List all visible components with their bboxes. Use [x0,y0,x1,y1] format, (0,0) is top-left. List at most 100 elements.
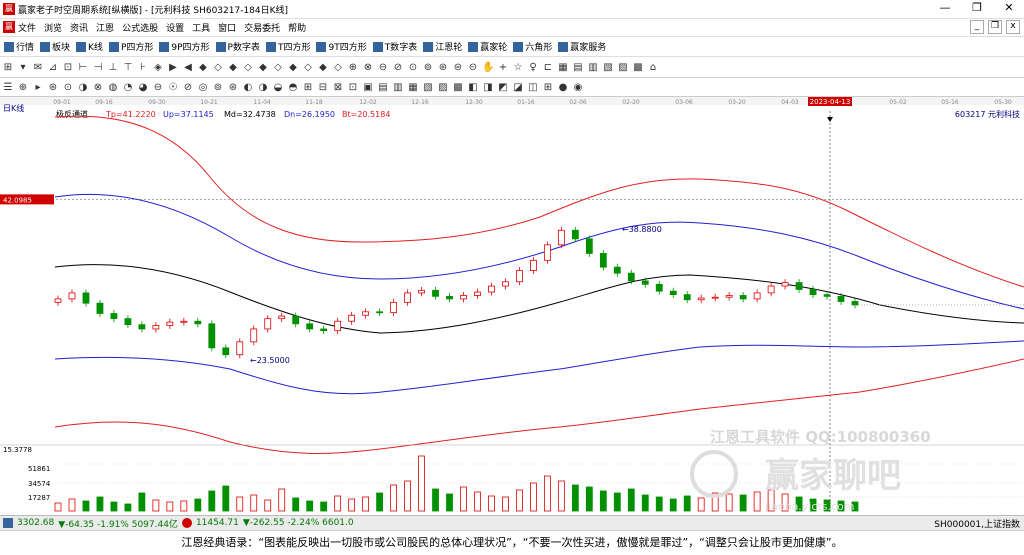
tool-icon-14[interactable]: ◇ [212,61,224,75]
tool-icon-30[interactable]: ⊜ [452,61,464,75]
tool-icon-29[interactable]: ⊛ [437,61,449,75]
toolbar-button-11[interactable]: 六角形 [513,40,552,53]
period-tool-icon-12[interactable]: ⊘ [182,81,194,95]
period-tool-icon-36[interactable]: ⊞ [542,81,554,95]
tool-icon-3[interactable]: ⊿ [47,61,59,75]
period-tool-icon-16[interactable]: ◐ [242,81,254,95]
tool-icon-7[interactable]: ⊥ [107,61,119,75]
period-tool-icon-24[interactable]: ▣ [362,81,374,95]
tool-icon-0[interactable]: ⊞ [2,61,14,75]
tool-icon-35[interactable]: ♀ [527,61,539,75]
period-tool-icon-14[interactable]: ⊚ [212,81,224,95]
tool-icon-6[interactable]: ⊣ [92,61,104,75]
tool-icon-5[interactable]: ⊢ [77,61,89,75]
tool-icon-33[interactable]: + [497,61,509,75]
toolbar-button-3[interactable]: P四方形 [108,40,153,53]
sh-index-value[interactable]: 3302.68 [17,518,54,528]
period-tool-icon-29[interactable]: ▨ [437,81,449,95]
menu-item-3[interactable]: 江恩 [96,21,114,34]
period-tool-icon-5[interactable]: ◑ [77,81,89,95]
tool-icon-20[interactable]: ◇ [302,61,314,75]
toolbar-button-0[interactable]: 行情 [4,40,34,53]
toolbar-button-4[interactable]: 9P四方形 [159,40,210,53]
menu-item-1[interactable]: 浏览 [44,21,62,34]
period-tool-icon-13[interactable]: ◎ [197,81,209,95]
period-tool-icon-25[interactable]: ▤ [377,81,389,95]
tool-icon-12[interactable]: ◀ [182,61,194,75]
menu-item-4[interactable]: 公式选股 [122,21,158,34]
period-tool-icon-15[interactable]: ⊛ [227,81,239,95]
tool-icon-1[interactable]: ▾ [17,61,29,75]
toolbar-button-2[interactable]: K线 [76,40,103,53]
toolbar-button-5[interactable]: P数字表 [215,40,260,53]
tool-icon-41[interactable]: ▨ [617,61,629,75]
period-tool-icon-28[interactable]: ▧ [422,81,434,95]
toolbar-button-6[interactable]: T四方形 [265,40,310,53]
tool-icon-10[interactable]: ◈ [152,61,164,75]
period-tool-icon-26[interactable]: ▥ [392,81,404,95]
tool-icon-4[interactable]: ⊡ [62,61,74,75]
period-tool-icon-4[interactable]: ⊙ [62,81,74,95]
tool-icon-25[interactable]: ⊖ [377,61,389,75]
menu-item-7[interactable]: 窗口 [218,21,236,34]
period-tool-icon-37[interactable]: ● [557,81,569,95]
tool-icon-22[interactable]: ◇ [332,61,344,75]
period-tool-icon-31[interactable]: ◧ [467,81,479,95]
period-tool-icon-22[interactable]: ⊠ [332,81,344,95]
tool-icon-13[interactable]: ◆ [197,61,209,75]
tool-icon-16[interactable]: ◇ [242,61,254,75]
period-tool-icon-33[interactable]: ◩ [497,81,509,95]
kline-chart-panel[interactable]: 09-01 09-16 09-30 10-21 11-04 11-18 12-02 12-16… [0,97,1024,515]
period-tool-icon-1[interactable]: ⊕ [17,81,29,95]
tool-icon-19[interactable]: ◆ [287,61,299,75]
period-tool-icon-3[interactable]: ⊛ [47,81,59,95]
tool-icon-28[interactable]: ⊚ [422,61,434,75]
tool-icon-15[interactable]: ◆ [227,61,239,75]
period-tool-icon-11[interactable]: ☉ [167,81,179,95]
menu-item-5[interactable]: 设置 [166,21,184,34]
tool-icon-18[interactable]: ◇ [272,61,284,75]
tool-icon-42[interactable]: ▩ [632,61,644,75]
tool-icon-2[interactable]: ✉ [32,61,44,75]
period-tool-icon-38[interactable]: ◉ [572,81,584,95]
toolbar-button-12[interactable]: 赢家服务 [558,40,606,53]
tool-icon-32[interactable]: ✋ [482,61,494,75]
tool-icon-9[interactable]: ⊦ [137,61,149,75]
menu-item-9[interactable]: 帮助 [288,21,306,34]
tool-icon-8[interactable]: ⊤ [122,61,134,75]
tool-icon-17[interactable]: ◆ [257,61,269,75]
period-tool-icon-8[interactable]: ◔ [122,81,134,95]
period-tool-icon-23[interactable]: ⊡ [347,81,359,95]
tool-icon-36[interactable]: ⊏ [542,61,554,75]
toolbar-button-10[interactable]: 赢家轮 [468,40,507,53]
tool-icon-23[interactable]: ⊕ [347,61,359,75]
toolbar-button-9[interactable]: 江恩轮 [423,40,462,53]
tool-icon-40[interactable]: ▧ [602,61,614,75]
tool-icon-37[interactable]: ▦ [557,61,569,75]
toolbar-button-8[interactable]: T数字表 [372,40,417,53]
period-tool-icon-27[interactable]: ▦ [407,81,419,95]
mdi-minimize-button[interactable]: _ [970,20,984,34]
tool-icon-21[interactable]: ◆ [317,61,329,75]
menu-item-0[interactable]: 文件 [18,21,36,34]
mdi-restore-button[interactable]: ❐ [988,20,1002,34]
tool-icon-38[interactable]: ▤ [572,61,584,75]
period-tool-icon-10[interactable]: ⊖ [152,81,164,95]
menu-item-6[interactable]: 工具 [192,21,210,34]
period-tool-icon-32[interactable]: ◨ [482,81,494,95]
tool-icon-11[interactable]: ▶ [167,61,179,75]
period-tool-icon-6[interactable]: ⊗ [92,81,104,95]
kline-chart[interactable]: 09-01 09-16 09-30 10-21 11-04 11-18 12-02 12-16… [0,97,1024,515]
tool-icon-43[interactable]: ⌂ [647,61,659,75]
tool-icon-27[interactable]: ⊙ [407,61,419,75]
period-tool-icon-34[interactable]: ◪ [512,81,524,95]
minimize-button[interactable]: — [930,0,960,16]
close-button[interactable]: ✕ [994,0,1024,16]
current-index-label[interactable]: SH000001,上证指数 [934,517,1020,530]
period-tool-icon-19[interactable]: ◓ [287,81,299,95]
period-tool-icon-17[interactable]: ◑ [257,81,269,95]
period-tool-icon-2[interactable]: ▸ [32,81,44,95]
period-tool-icon-30[interactable]: ▩ [452,81,464,95]
period-tool-icon-9[interactable]: ◕ [137,81,149,95]
mdi-close-button[interactable]: x [1006,20,1020,34]
